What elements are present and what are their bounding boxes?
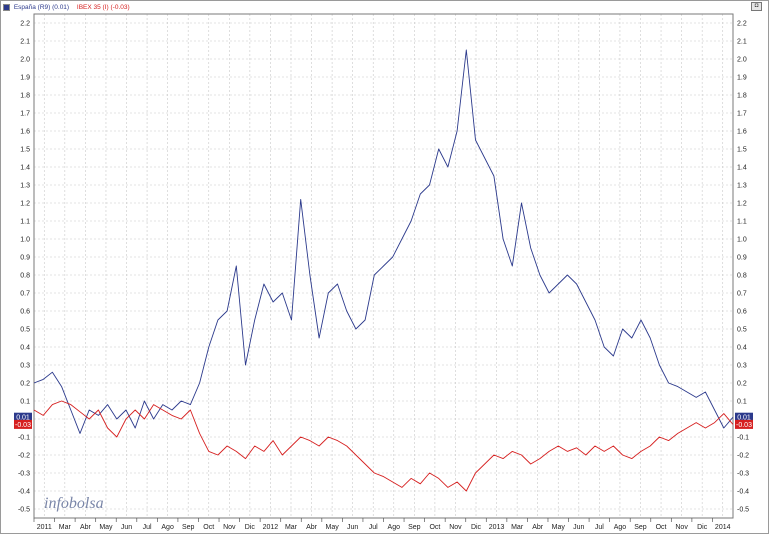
value-badge-label-ibex-right: -0.03 [736,422,752,429]
x-tick-label: 2011 [37,524,52,531]
x-tick-label: Jul [143,524,152,531]
y-tick-label-left: 1.2 [20,201,30,208]
x-tick-label: Dic [471,524,482,531]
y-tick-label-left: 1.5 [20,147,30,154]
y-tick-label-right: 1.1 [737,219,747,226]
x-tick-label: Sep [182,524,195,531]
y-tick-label-right: 1.6 [737,129,747,136]
series-line-ibex [33,400,734,492]
y-tick-label-left: 2.2 [20,21,30,28]
x-tick-label: Oct [656,524,667,531]
y-tick-label-left: 1.4 [20,165,30,172]
y-tick-label-left: -0.1 [18,435,30,442]
y-tick-label-right: 0.4 [737,345,747,352]
x-tick-label: 2012 [263,524,279,531]
y-tick-label-left: 1.9 [20,75,30,82]
y-tick-label-right: -0.4 [737,489,749,496]
x-tick-label: Jun [121,524,132,531]
x-tick-label: Sep [408,524,421,531]
x-tick-label: 2013 [489,524,505,531]
y-tick-label-right: -0.3 [737,471,749,478]
x-tick-label: Sep [634,524,647,531]
value-badge-label-ibex-left: -0.03 [15,422,31,429]
x-tick-label: 2014 [715,524,731,531]
x-tick-label: Abr [532,524,544,531]
y-tick-label-right: 0.9 [737,255,747,262]
y-tick-label-right: 1.4 [737,165,747,172]
y-tick-label-left: 0.4 [20,345,30,352]
x-tick-label: Dic [245,524,256,531]
x-tick-label: Dic [697,524,708,531]
x-tick-label: Nov [449,524,462,531]
line-chart: 2.2 2.2 2.1 2.1 2.0 2.0 1.9 1.9 1.8 1.8 1.7 1.7 1.6 1… [14,13,753,531]
y-tick-label-right: 2.0 [737,57,747,64]
x-tick-label: Mar [59,524,72,531]
y-tick-label-right: 1.5 [737,147,747,154]
x-tick-label: Ago [388,524,401,531]
y-tick-label-left: 1.0 [20,237,30,244]
x-tick-label: Abr [306,524,318,531]
x-tick-label: May [325,524,339,531]
y-tick-label-left: 0.9 [20,255,30,262]
y-tick-label-left: -0.2 [18,453,30,460]
y-tick-label-right: 0.2 [737,381,747,388]
x-tick-label: Mar [511,524,524,531]
x-tick-label: Ago [614,524,627,531]
x-tick-label: May [552,524,566,531]
x-tick-label: Ago [161,524,174,531]
y-tick-label-left: 2.1 [20,39,30,46]
x-tick-label: Nov [675,524,688,531]
y-tick-label-left: 0.2 [20,381,30,388]
axes: 2.2 2.2 2.1 2.1 2.0 2.0 1.9 1.9 1.8 1.8 1.7 1.7 1.6 1… [18,13,749,531]
y-tick-label-left: 1.3 [20,183,30,190]
y-tick-label-left: 0.7 [20,291,30,298]
y-tick-label-left: 0.3 [20,363,30,370]
x-tick-label: Oct [429,524,440,531]
y-tick-label-right: 0.8 [737,273,747,280]
y-tick-label-right: 2.2 [737,21,747,28]
y-tick-label-left: 0.5 [20,327,30,334]
y-tick-label-left: 1.6 [20,129,30,136]
y-tick-label-left: -0.4 [18,489,30,496]
y-tick-label-right: 1.7 [737,111,747,118]
x-tick-label: Jul [369,524,378,531]
y-tick-label-left: 0.6 [20,309,30,316]
series-layer [33,49,734,492]
x-tick-label: Abr [80,524,92,531]
y-tick-label-right: 1.2 [737,201,747,208]
y-tick-label-left: 2.0 [20,57,30,64]
y-tick-label-right: 0.3 [737,363,747,370]
y-tick-label-right: -0.1 [737,435,749,442]
x-tick-label: Mar [285,524,298,531]
x-tick-label: May [99,524,113,531]
y-tick-label-right: 1.8 [737,93,747,100]
y-tick-label-right: 0.5 [737,327,747,334]
x-tick-label: Nov [223,524,236,531]
y-tick-label-right: 0.6 [737,309,747,316]
x-tick-label: Jun [347,524,358,531]
y-tick-label-left: 1.8 [20,93,30,100]
x-tick-label: Jul [595,524,604,531]
y-tick-label-left: 0.8 [20,273,30,280]
x-tick-label: Oct [203,524,214,531]
y-tick-label-right: -0.5 [737,507,749,514]
y-tick-label-right: -0.2 [737,453,749,460]
y-tick-label-right: 0.1 [737,399,747,406]
y-tick-label-left: 0.1 [20,399,30,406]
y-tick-label-left: -0.5 [18,507,30,514]
y-tick-label-left: 1.1 [20,219,30,226]
watermark-logo: infobolsa [44,495,104,512]
y-tick-label-right: 0.7 [737,291,747,298]
y-tick-label-right: 1.9 [737,75,747,82]
x-tick-label: Jun [573,524,584,531]
y-tick-label-left: -0.3 [18,471,30,478]
y-tick-label-left: 1.7 [20,111,30,118]
y-tick-label-right: 1.3 [737,183,747,190]
y-tick-label-right: 2.1 [737,39,747,46]
y-tick-label-right: 1.0 [737,237,747,244]
series-line-spain [33,49,734,434]
